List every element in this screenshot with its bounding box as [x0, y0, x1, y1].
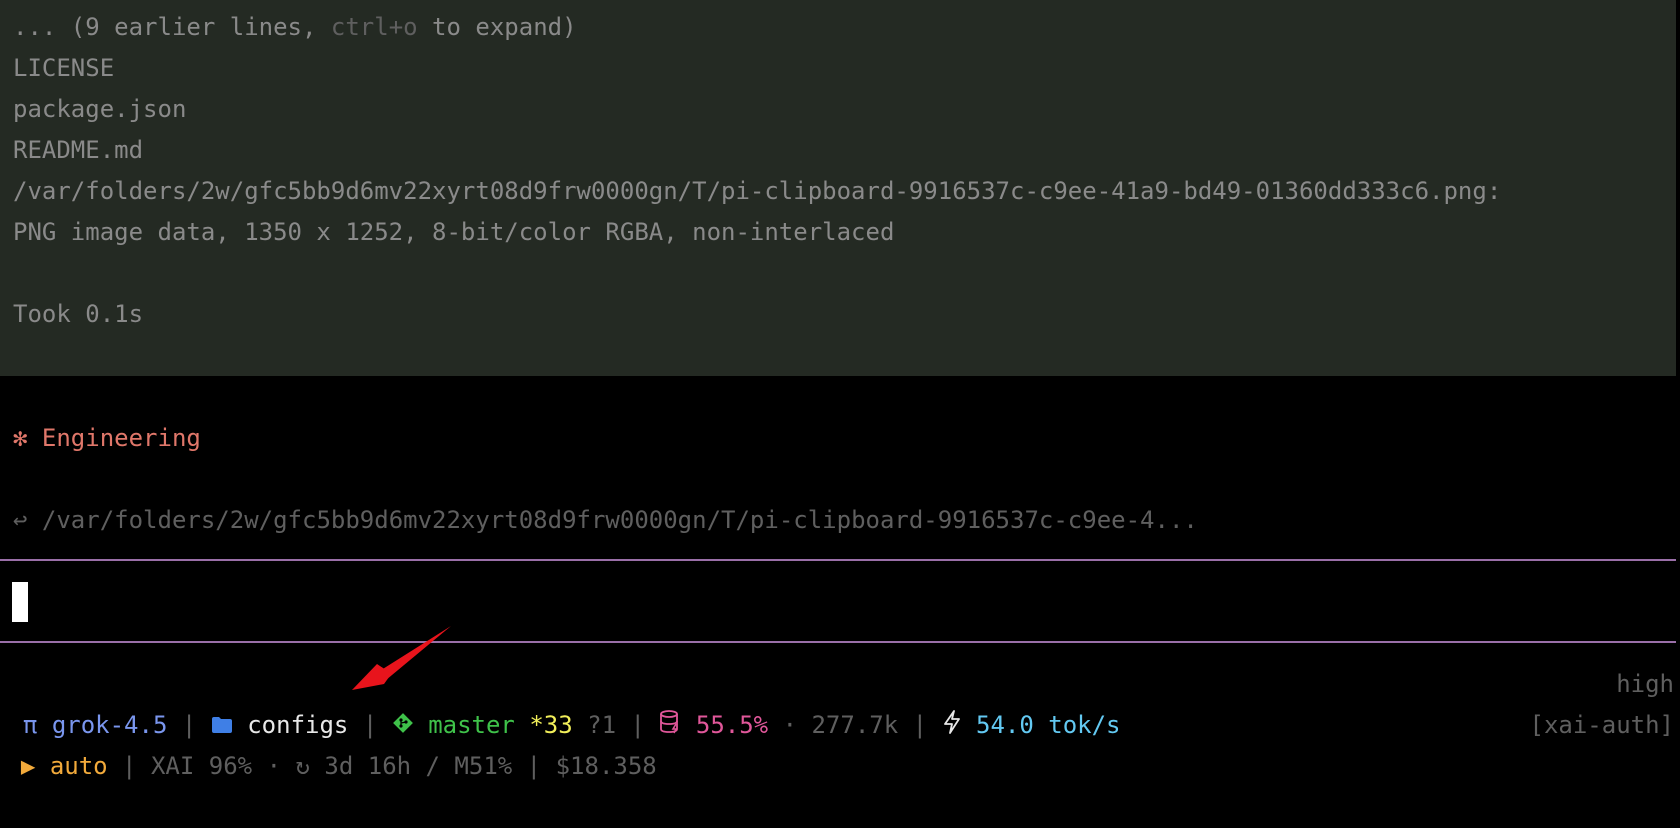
- prompt-input[interactable]: [0, 561, 1676, 641]
- input-bottom-border: [0, 641, 1676, 643]
- mode-label: auto: [49, 752, 108, 780]
- output-line: PNG image data, 1350 x 1252, 8-bit/color…: [13, 218, 895, 246]
- output-line: LICENSE: [13, 54, 115, 82]
- output-line: /var/folders/2w/gfc5bb9d6mv22xyrt08d9frw…: [13, 177, 1502, 205]
- thinking-level: high: [1616, 670, 1674, 698]
- output-line: README.md: [13, 136, 144, 164]
- reset-icon: ↻: [295, 752, 310, 780]
- auth-label: [xai-auth]: [1529, 711, 1675, 739]
- expand-shortcut[interactable]: ctrl+o: [331, 13, 418, 41]
- output-line: package.json: [13, 95, 187, 123]
- attachment-line: ↩ /var/folders/2w/gfc5bb9d6mv22xyrt08d9f…: [13, 500, 1198, 541]
- session-cost: $18.358: [555, 752, 657, 780]
- text-cursor: [12, 582, 28, 622]
- return-icon: ↩: [13, 506, 28, 534]
- sparkle-icon: ✻: [13, 424, 28, 452]
- attachment-path: /var/folders/2w/gfc5bb9d6mv22xyrt08d9frw…: [41, 506, 1198, 534]
- play-icon: ▶: [20, 752, 36, 780]
- reset-window: 3d 16h / M51%: [324, 752, 513, 780]
- section-heading: ✻ Engineering: [13, 418, 201, 459]
- timing-text: Took 0.1s: [13, 300, 144, 328]
- collapsed-lines-notice: ... (9 earlier lines, ctrl+o to expand): [13, 13, 577, 41]
- section-title: Engineering: [41, 424, 201, 452]
- status-line-primary: π grok-4.5 | configs | master *33 ?1 | 5…: [0, 664, 1676, 739]
- status-line-secondary: ▶ auto | XAI 96% · ↻ 3d 16h / M51% | $18…: [0, 705, 1676, 780]
- tool-output-panel: ... (9 earlier lines, ctrl+o to expand) …: [0, 0, 1676, 376]
- quota-usage: XAI 96%: [150, 752, 253, 780]
